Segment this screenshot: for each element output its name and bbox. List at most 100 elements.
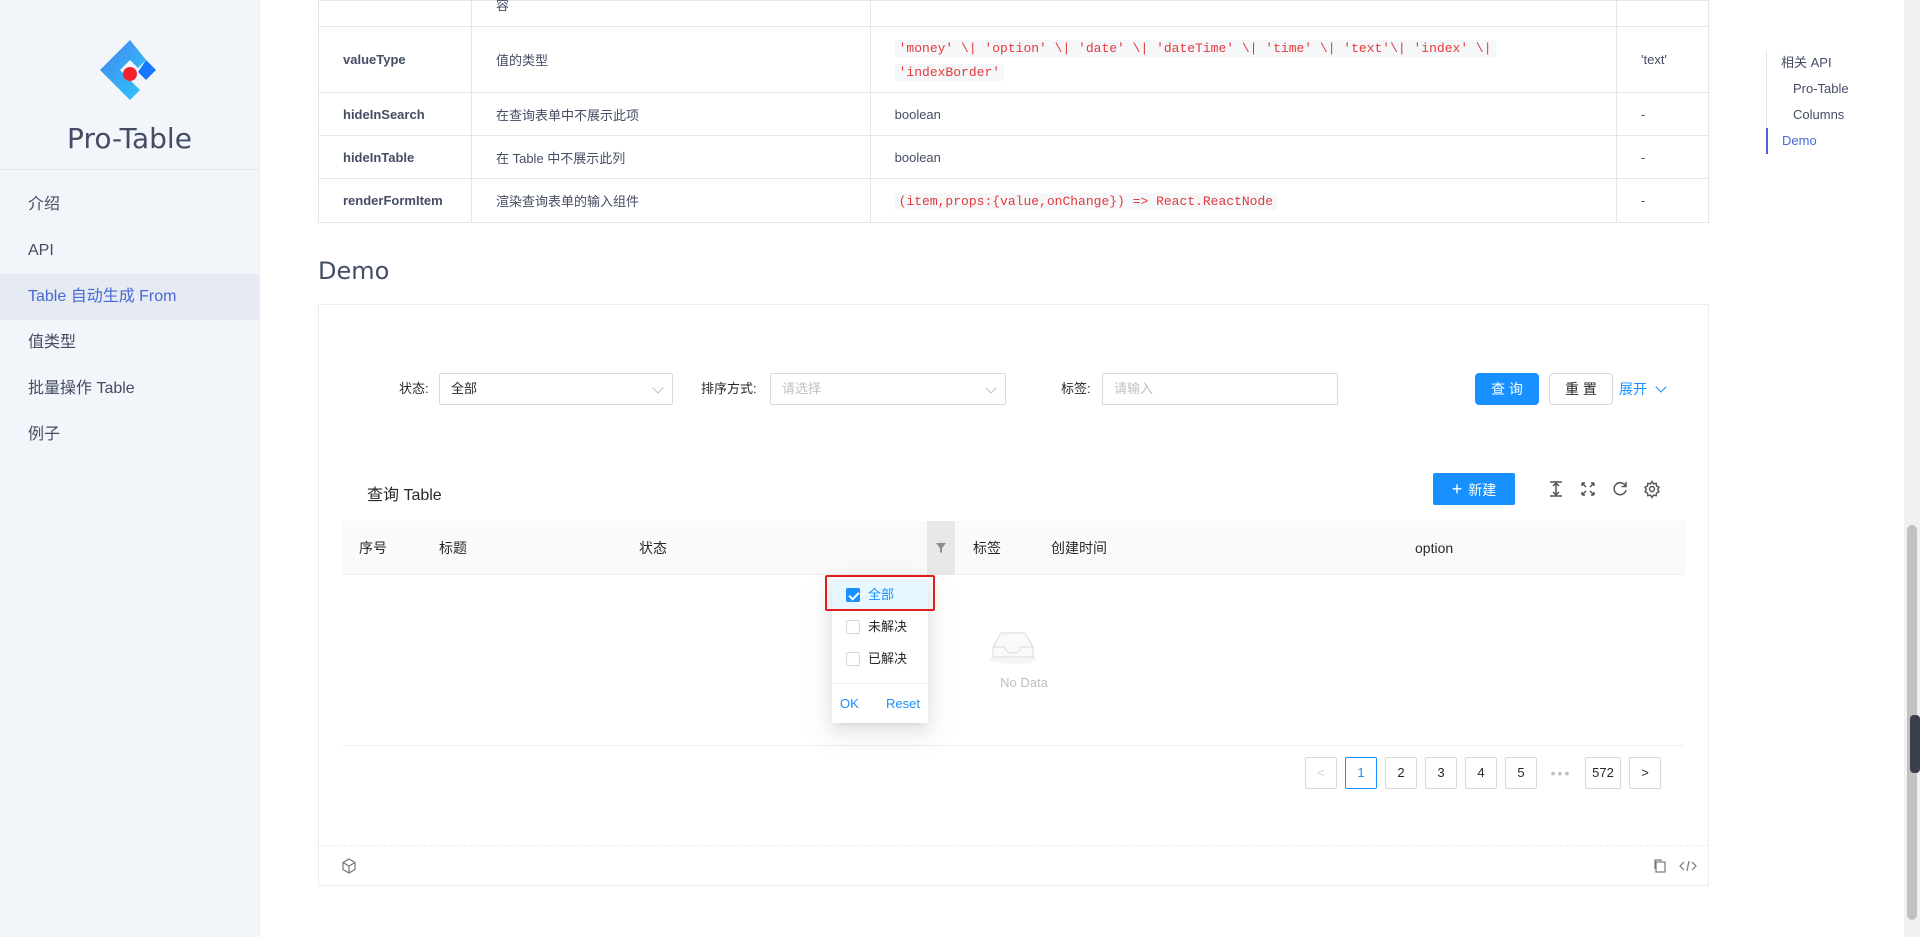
- pagination-page-4[interactable]: 4: [1465, 757, 1497, 789]
- logo-area[interactable]: Pro-Table: [0, 0, 259, 170]
- checkbox[interactable]: [846, 652, 860, 666]
- api-table: 容 valueType 值的类型 'money' \| 'option' \| …: [318, 0, 1709, 223]
- chevron-down-icon: [985, 382, 997, 394]
- pagination-ellipsis[interactable]: •••: [1545, 757, 1577, 789]
- expand-link-label: 展开: [1619, 381, 1647, 397]
- code-value-type-line2: 'indexBorder': [894, 63, 1005, 81]
- highlight-box: [825, 575, 935, 611]
- api-row: hideInSearch 在查询表单中不展示此项 boolean -: [318, 92, 1709, 136]
- column-header-created-at: 创建时间: [1051, 540, 1107, 556]
- api-cell-desc: 在查询表单中不展示此项: [470, 92, 871, 136]
- sidebar-item-value-types[interactable]: 值类型: [0, 320, 259, 366]
- toc-item-related-api[interactable]: 相关 API: [1767, 50, 1886, 76]
- sidebar-item-api[interactable]: API: [0, 228, 259, 274]
- demo-box: 状态: 全部 排序方式: 请选择 标签: 请输入 查 询 重 置 展开 查询 T…: [318, 304, 1709, 886]
- filter-icon: [936, 543, 946, 553]
- checkbox[interactable]: [846, 620, 860, 634]
- sort-select-placeholder: 请选择: [782, 381, 822, 396]
- sort-select[interactable]: 请选择: [770, 373, 1006, 405]
- ant-design-logo-icon: [99, 40, 156, 100]
- reload-icon[interactable]: [1610, 479, 1630, 499]
- api-row: renderFormItem 渲染查询表单的输入组件 (item,props:{…: [318, 178, 1709, 223]
- new-button-label: 新建: [1468, 482, 1497, 498]
- filter-ok-button[interactable]: OK: [840, 696, 859, 711]
- api-cell-default: -: [1616, 135, 1709, 179]
- empty-inbox-icon: [989, 632, 1037, 664]
- table-title: 查询 Table: [367, 487, 442, 504]
- pagination-page-5[interactable]: 5: [1505, 757, 1537, 789]
- search-form: 状态: 全部 排序方式: 请选择 标签: 请输入 查 询 重 置 展开: [319, 373, 1708, 405]
- api-cell-name: hideInTable: [318, 135, 472, 179]
- api-cell-type: (item,props:{value,onChange}) => React.R…: [869, 178, 1618, 223]
- api-cell-desc: 值的类型: [470, 26, 871, 93]
- api-cell-type: boolean: [869, 92, 1618, 136]
- empty-text: No Data: [1000, 675, 1048, 690]
- api-row: valueType 值的类型 'money' \| 'option' \| 'd…: [318, 26, 1709, 93]
- filter-reset-button[interactable]: Reset: [886, 696, 920, 711]
- column-header-title: 标题: [439, 540, 467, 556]
- code-render-form-item: (item,props:{value,onChange}) => React.R…: [894, 192, 1278, 210]
- pagination-page-3[interactable]: 3: [1425, 757, 1457, 789]
- api-cell-name: hideInSearch: [318, 92, 472, 136]
- sidebar-item-table-form[interactable]: Table 自动生成 From: [0, 274, 259, 320]
- pagination-page-last[interactable]: 572: [1585, 757, 1621, 789]
- toc-item-columns[interactable]: Columns: [1767, 102, 1886, 128]
- reset-button[interactable]: 重 置: [1549, 373, 1613, 405]
- status-filter-trigger[interactable]: [927, 521, 955, 575]
- codesandbox-icon[interactable]: [341, 858, 357, 874]
- sidebar-item-examples[interactable]: 例子: [0, 412, 259, 458]
- column-header-status: 状态: [639, 540, 667, 556]
- expand-link[interactable]: 展开: [1619, 373, 1667, 405]
- toc-item-demo[interactable]: Demo: [1766, 128, 1886, 154]
- demo-footer: [319, 845, 1708, 885]
- filter-option-label: 已解决: [868, 651, 908, 666]
- api-cell-name: renderFormItem: [318, 178, 472, 223]
- sidebar-nav: 介绍 API Table 自动生成 From 值类型 批量操作 Table 例子: [0, 182, 259, 458]
- column-header-tags: 标签: [973, 540, 1001, 556]
- pagination-next[interactable]: >: [1629, 757, 1661, 789]
- new-button[interactable]: + 新建: [1433, 473, 1515, 505]
- sidebar: Pro-Table 介绍 API Table 自动生成 From 值类型 批量操…: [0, 0, 260, 937]
- sidebar-item-intro[interactable]: 介绍: [0, 182, 259, 228]
- density-icon[interactable]: [1546, 479, 1566, 499]
- api-cell-desc: 容: [470, 0, 871, 27]
- tag-input[interactable]: 请输入: [1102, 373, 1338, 405]
- chevron-down-icon: [652, 382, 664, 394]
- column-header-index: 序号: [359, 540, 387, 556]
- page-scrollbar[interactable]: [1904, 0, 1920, 937]
- code-expand-icon[interactable]: [1679, 858, 1697, 874]
- fullscreen-icon[interactable]: [1578, 479, 1598, 499]
- tag-label: 标签:: [1061, 381, 1091, 396]
- pagination-prev[interactable]: <: [1305, 757, 1337, 789]
- table-header: 序号 标题 状态 标签 创建时间 option: [343, 521, 1685, 575]
- setting-icon[interactable]: [1642, 479, 1662, 499]
- api-cell-default: -: [1616, 178, 1709, 223]
- sidebar-item-batch-table[interactable]: 批量操作 Table: [0, 366, 259, 412]
- filter-option-resolved[interactable]: 已解决: [832, 643, 928, 675]
- site-title: Pro-Table: [67, 122, 192, 155]
- table-empty: No Data: [343, 575, 1685, 746]
- pagination-page-2[interactable]: 2: [1385, 757, 1417, 789]
- sort-label: 排序方式:: [701, 381, 757, 396]
- filter-dropdown-footer: OK Reset: [832, 683, 928, 723]
- table-of-contents: 相关 API Pro-Table Columns Demo: [1766, 50, 1886, 154]
- pagination-page-1[interactable]: 1: [1345, 757, 1377, 789]
- code-value-type-line1: 'money' \| 'option' \| 'date' \| 'dateTi…: [894, 39, 1496, 57]
- plus-icon: +: [1451, 479, 1463, 499]
- chevron-down-icon: [1655, 381, 1667, 393]
- floating-widget[interactable]: [1910, 715, 1920, 773]
- api-cell-type: boolean: [869, 135, 1618, 179]
- query-button[interactable]: 查 询: [1475, 373, 1539, 405]
- api-row: hideInTable 在 Table 中不展示此列 boolean -: [318, 135, 1709, 179]
- demo-heading: Demo: [318, 257, 390, 285]
- tag-input-placeholder: 请输入: [1114, 381, 1154, 396]
- status-select-value: 全部: [451, 381, 478, 396]
- api-row-partial: 容: [318, 0, 1709, 27]
- copy-icon[interactable]: [1652, 858, 1668, 874]
- api-cell-type: 'money' \| 'option' \| 'date' \| 'dateTi…: [869, 26, 1618, 93]
- api-cell-desc: 在 Table 中不展示此列: [470, 135, 871, 179]
- toc-item-pro-table[interactable]: Pro-Table: [1767, 76, 1886, 102]
- filter-option-unresolved[interactable]: 未解决: [832, 611, 928, 643]
- api-cell-default: -: [1616, 92, 1709, 136]
- status-select[interactable]: 全部: [439, 373, 673, 405]
